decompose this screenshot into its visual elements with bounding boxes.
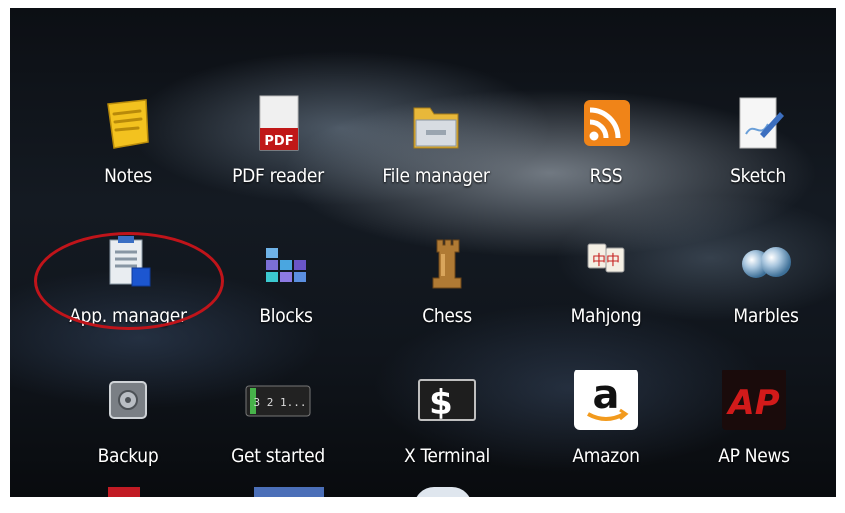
notes-icon bbox=[94, 90, 162, 158]
terminal-icon: $ bbox=[413, 370, 481, 438]
app-ap-news[interactable]: AP AP News bbox=[674, 368, 834, 490]
folder-icon bbox=[402, 90, 470, 158]
terminal-icon-text: $ bbox=[429, 383, 453, 423]
get-started-icon: 3 2 1... bbox=[244, 370, 312, 438]
app-launcher-screen: Notes PDF PDF reader File manager RSS Sk… bbox=[10, 8, 836, 497]
app-label: Backup bbox=[97, 445, 159, 467]
partial-app-icon[interactable] bbox=[254, 487, 324, 497]
app-app-manager[interactable]: App. manager bbox=[48, 230, 208, 350]
partial-app-icon[interactable] bbox=[108, 487, 140, 497]
app-label: PDF reader bbox=[232, 165, 324, 187]
backup-icon bbox=[94, 370, 162, 438]
app-notes[interactable]: Notes bbox=[48, 90, 208, 210]
app-label: App. manager bbox=[69, 305, 187, 327]
pdf-icon: PDF bbox=[244, 90, 312, 158]
ap-news-icon: AP bbox=[720, 368, 788, 438]
app-marbles[interactable]: Marbles bbox=[686, 230, 836, 350]
app-label: RSS bbox=[589, 165, 623, 187]
blocks-icon bbox=[252, 230, 320, 298]
app-x-terminal[interactable]: $ X Terminal bbox=[367, 370, 527, 490]
app-pdf-reader[interactable]: PDF PDF reader bbox=[198, 90, 358, 210]
app-file-manager[interactable]: File manager bbox=[356, 90, 516, 210]
app-label: Get started bbox=[231, 445, 325, 467]
mahjong-icon: 中中 bbox=[572, 230, 640, 298]
app-get-started[interactable]: 3 2 1... Get started bbox=[198, 370, 358, 490]
app-backup[interactable]: Backup bbox=[48, 370, 208, 490]
pdf-icon-text: PDF bbox=[264, 134, 293, 149]
rss-icon bbox=[572, 90, 640, 158]
app-amazon[interactable]: a Amazon bbox=[526, 368, 686, 490]
app-label: Mahjong bbox=[570, 305, 642, 327]
sketch-icon bbox=[724, 90, 792, 158]
app-label: File manager bbox=[382, 165, 490, 187]
amazon-icon: a bbox=[572, 368, 640, 438]
app-label: Marbles bbox=[733, 305, 799, 327]
get-started-icon-text: 3 2 1... bbox=[254, 396, 307, 409]
marbles-icon bbox=[732, 230, 800, 298]
app-blocks[interactable]: Blocks bbox=[206, 230, 366, 350]
app-sketch[interactable]: Sketch bbox=[678, 90, 836, 210]
app-label: X Terminal bbox=[403, 445, 491, 467]
app-label: AP News bbox=[718, 445, 790, 467]
ap-news-icon-text: AP bbox=[725, 383, 779, 423]
app-label: Amazon bbox=[572, 445, 640, 467]
app-chess[interactable]: Chess bbox=[367, 230, 527, 350]
amazon-icon-text: a bbox=[593, 372, 620, 418]
app-label: Blocks bbox=[259, 305, 313, 327]
app-label: Chess bbox=[422, 305, 472, 327]
app-rss[interactable]: RSS bbox=[526, 90, 686, 210]
mahjong-icon-text: 中中 bbox=[592, 253, 620, 269]
app-label: Sketch bbox=[730, 165, 786, 187]
app-manager-icon bbox=[94, 230, 162, 298]
chess-rook-icon bbox=[413, 230, 481, 298]
app-mahjong[interactable]: 中中 Mahjong bbox=[526, 230, 686, 350]
app-label: Notes bbox=[104, 165, 152, 187]
